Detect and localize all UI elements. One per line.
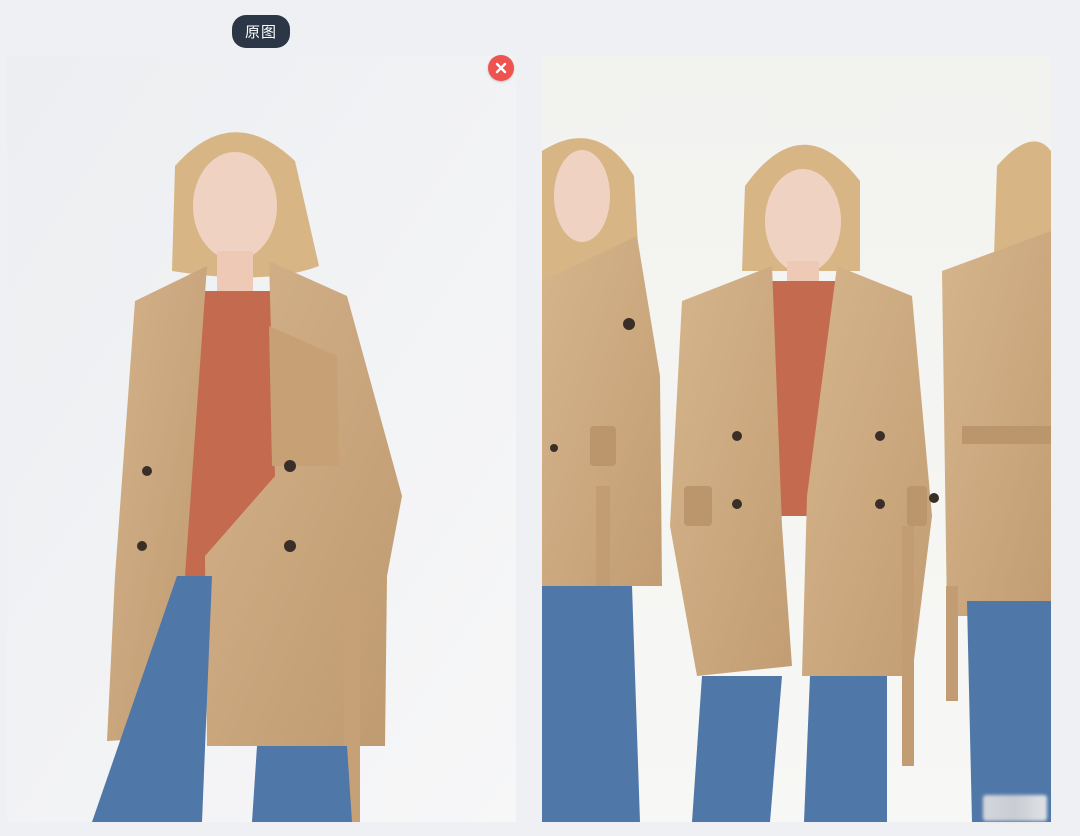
original-image-panel[interactable] <box>7 56 516 822</box>
original-label-text: 原图 <box>244 24 277 41</box>
watermark-blur <box>983 795 1047 821</box>
original-label-badge: 原图 <box>232 15 290 48</box>
generated-image <box>542 56 1051 822</box>
generated-image-panel[interactable] <box>542 56 1051 822</box>
close-icon <box>495 62 507 74</box>
close-button[interactable] <box>488 55 514 81</box>
original-image <box>7 56 516 822</box>
